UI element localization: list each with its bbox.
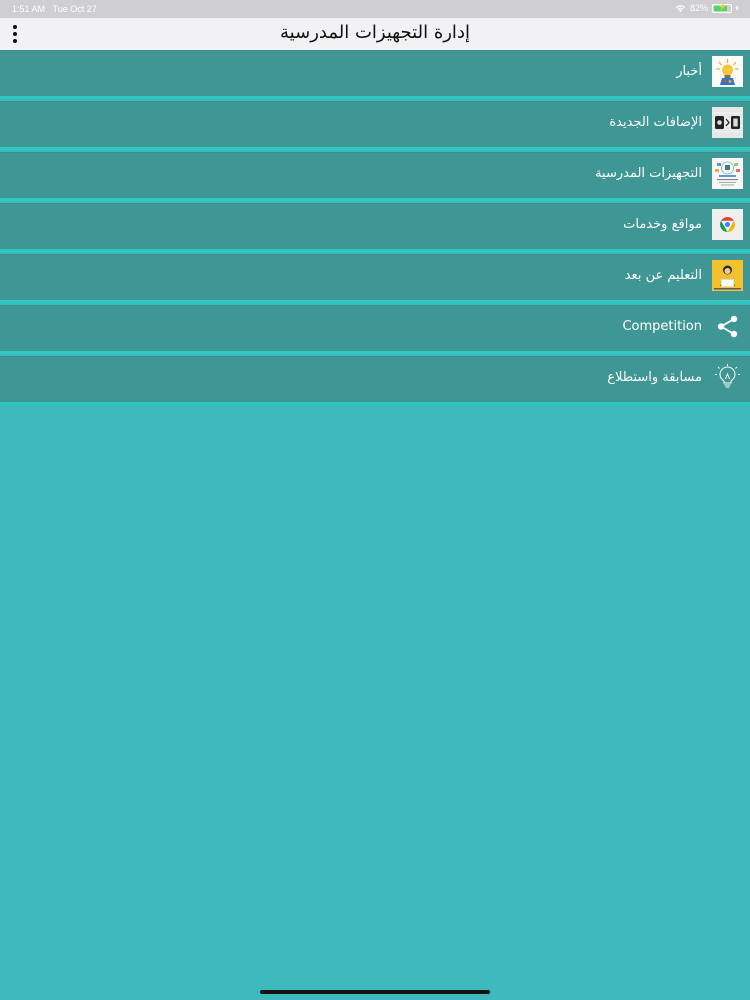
status-indicators: 82% <box>675 3 738 13</box>
menu-item-label: أخبار <box>676 64 702 79</box>
menu-list: أخبار الإضافات الجديدة التجهيزات المدرسي… <box>0 50 750 407</box>
app-bar: إدارة التجهيزات المدرسية <box>0 18 750 51</box>
status-date-text: Tue Oct 27 <box>52 4 97 14</box>
status-bar: 1:51 AM Tue Oct 27 82% <box>0 0 750 18</box>
share-icon <box>712 311 743 342</box>
menu-item-quiz-survey[interactable]: مسابقة واستطلاع <box>0 356 750 405</box>
menu-item-news[interactable]: أخبار <box>0 50 750 99</box>
battery-tip <box>736 6 738 10</box>
menu-item-competition[interactable]: Competition <box>0 305 750 354</box>
menu-item-label: الإضافات الجديدة <box>609 115 702 130</box>
battery-icon <box>712 3 732 13</box>
page-title: إدارة التجهيزات المدرسية <box>280 22 470 43</box>
lightbulb-icon <box>712 362 743 393</box>
new-additions-icon <box>712 107 743 138</box>
status-time: 1:51 AM Tue Oct 27 <box>12 4 97 14</box>
menu-item-distance-learning[interactable]: التعليم عن بعد <box>0 254 750 303</box>
menu-item-new-additions[interactable]: الإضافات الجديدة <box>0 101 750 150</box>
menu-item-label: Competition <box>622 319 702 334</box>
battery-fill <box>714 3 727 11</box>
menu-item-label: التجهيزات المدرسية <box>595 166 702 181</box>
distance-learning-icon <box>712 260 743 291</box>
chrome-browser-icon <box>712 209 743 240</box>
menu-item-label: التعليم عن بعد <box>624 268 702 283</box>
menu-item-label: مسابقة واستطلاع <box>607 370 702 385</box>
status-time-text: 1:51 AM <box>12 4 46 14</box>
home-indicator[interactable] <box>260 990 490 994</box>
menu-item-label: مواقع وخدمات <box>623 217 702 232</box>
battery-percent: 82% <box>689 3 708 13</box>
news-lightbulb-icon <box>712 56 743 87</box>
menu-item-sites-services[interactable]: مواقع وخدمات <box>0 203 750 252</box>
menu-item-school-equipment[interactable]: التجهيزات المدرسية <box>0 152 750 201</box>
wifi-icon <box>675 4 686 12</box>
school-equipment-icon <box>712 158 743 189</box>
